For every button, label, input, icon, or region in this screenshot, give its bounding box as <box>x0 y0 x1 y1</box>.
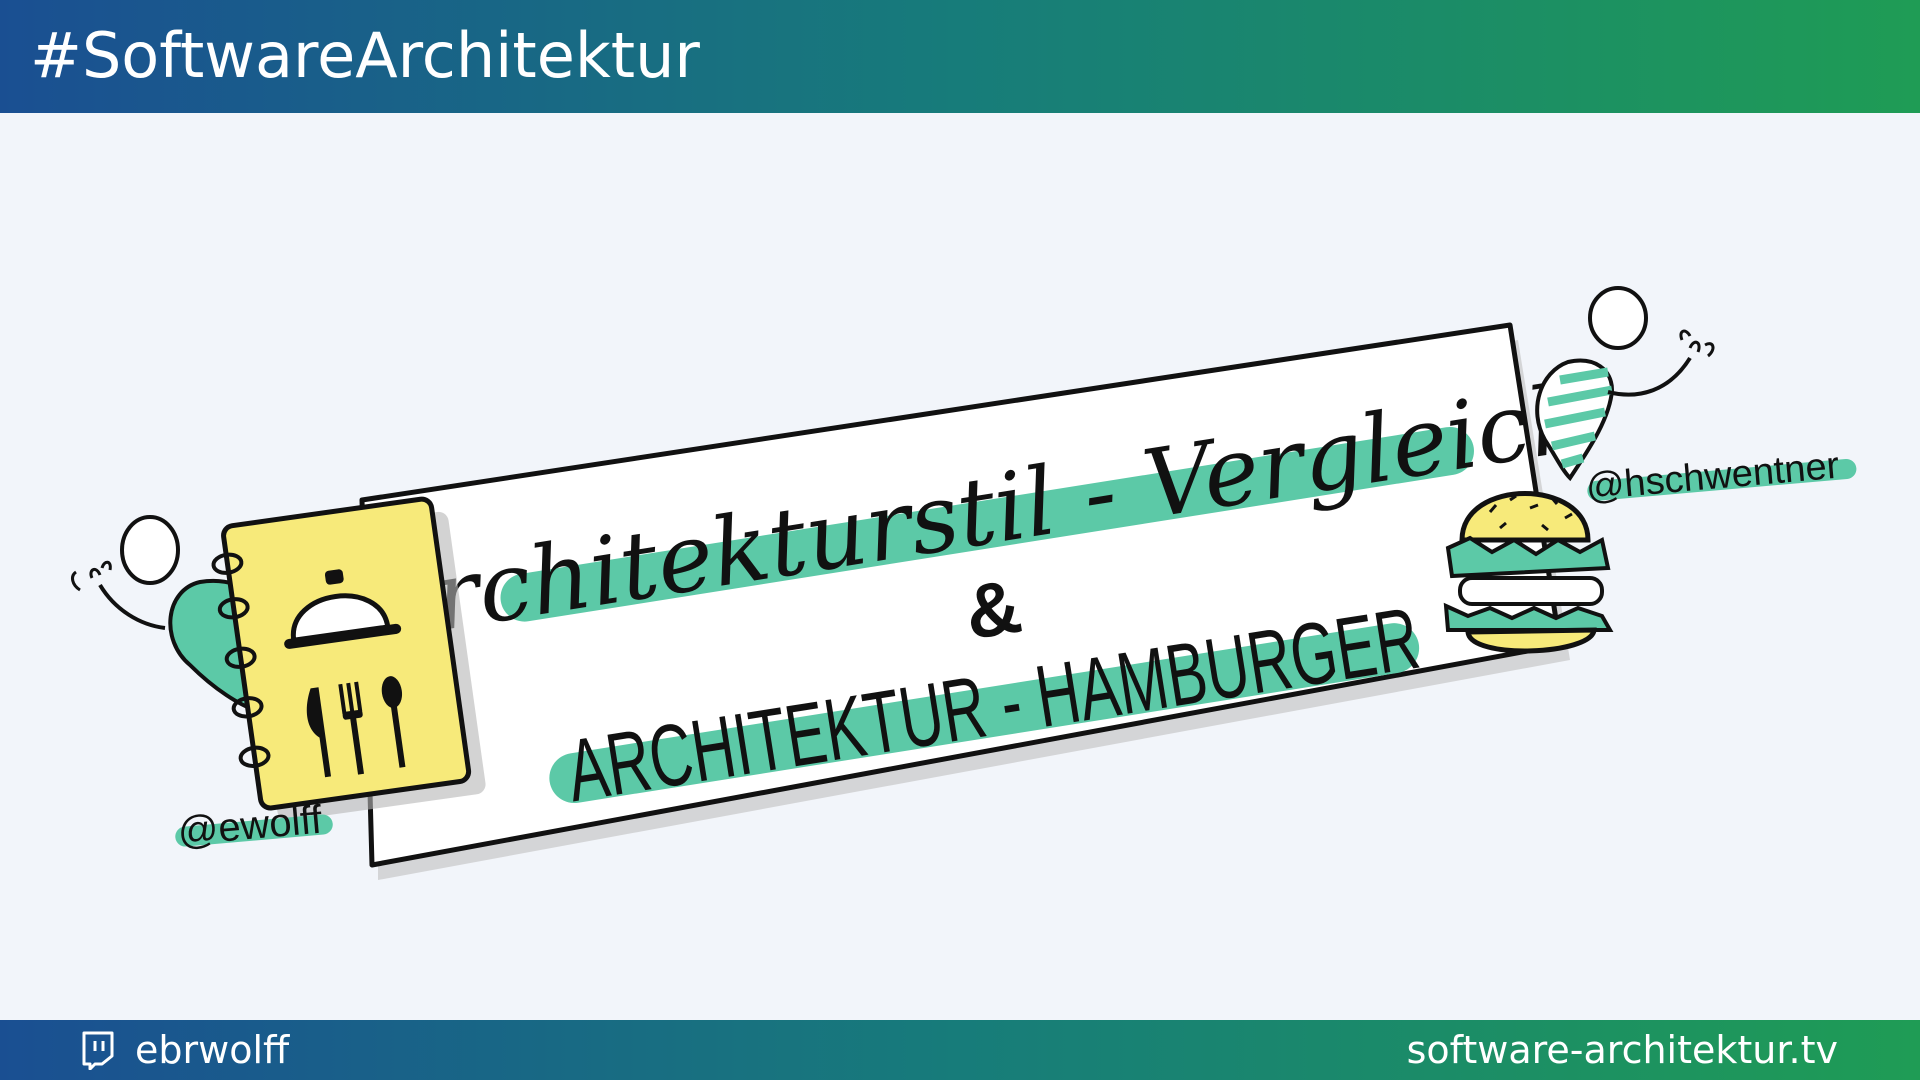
menu-book-icon <box>211 496 486 821</box>
title-sketch: Architekturstil - Vergleich & ARCHITEKTU… <box>71 286 1857 880</box>
hamburger-icon <box>1443 491 1614 654</box>
person-right-icon <box>1535 286 1715 482</box>
twitch-icon[interactable] <box>80 1030 116 1070</box>
header-bar: #SoftwareArchitektur <box>0 0 1920 113</box>
page-title: #SoftwareArchitektur <box>30 19 700 92</box>
handle-left: @ewolff <box>176 798 325 854</box>
footer-handle[interactable]: ebrwolff <box>135 1028 289 1072</box>
handle-right: @hschwentner <box>1584 445 1841 509</box>
footer-url[interactable]: software-architektur.tv <box>1407 1028 1838 1072</box>
footer-bar: ebrwolff software-architektur.tv <box>0 1020 1920 1080</box>
